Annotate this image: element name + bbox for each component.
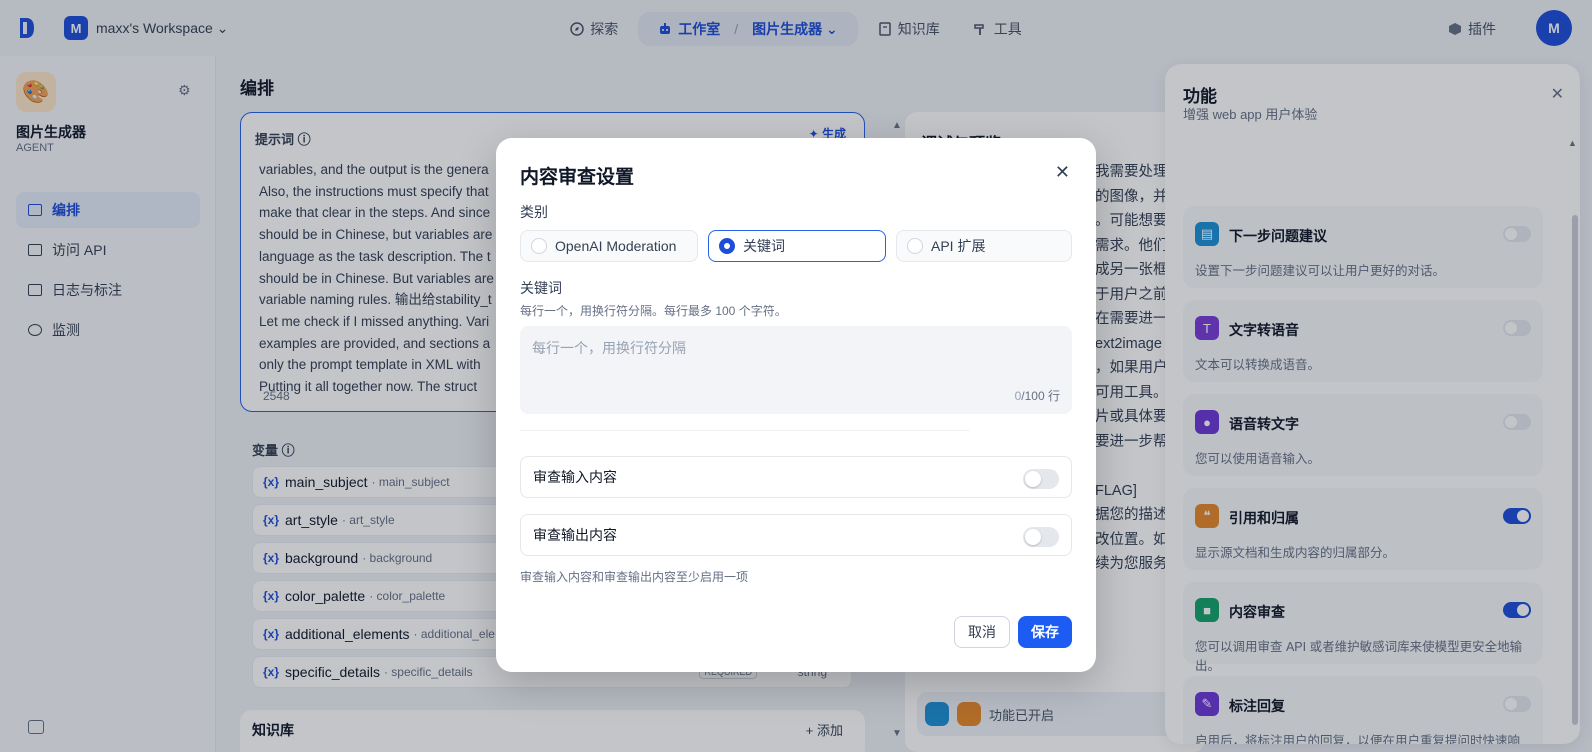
radio-keywords[interactable]: 关键词 [708, 230, 886, 262]
divider [520, 430, 970, 431]
keywords-placeholder: 每行一个，用换行符分隔 [532, 340, 686, 356]
moderation-note: 审查输入内容和审查输出内容至少启用一项 [520, 570, 749, 584]
radio-openai-moderation[interactable]: OpenAI Moderation [520, 230, 698, 262]
radio-circle-icon [531, 238, 547, 254]
moderate-output-switch[interactable] [1023, 527, 1059, 547]
category-label: 类别 [520, 204, 548, 220]
radio-label: API 扩展 [931, 238, 986, 254]
modal-title: 内容审查设置 [520, 167, 635, 188]
radio-label: 关键词 [743, 238, 785, 254]
keywords-line-count: 0/100 行 [1014, 389, 1060, 403]
radio-circle-icon [719, 238, 735, 254]
moderate-output-label: 审查输出内容 [533, 527, 617, 543]
cancel-button[interactable]: 取消 [954, 616, 1010, 648]
moderate-input-label: 审查输入内容 [533, 469, 617, 485]
keywords-textarea[interactable]: 每行一个，用换行符分隔 0/100 行 [520, 326, 1072, 414]
moderate-input-switch[interactable] [1023, 469, 1059, 489]
radio-circle-icon [907, 238, 923, 254]
moderate-output-row: 审查输出内容 [520, 514, 1072, 556]
save-button[interactable]: 保存 [1018, 616, 1072, 648]
radio-label: OpenAI Moderation [555, 238, 677, 254]
radio-api-extension[interactable]: API 扩展 [896, 230, 1072, 262]
moderation-settings-modal: 内容审查设置 ✕ 类别 OpenAI Moderation 关键词 API 扩展… [496, 138, 1096, 672]
keywords-label: 关键词 [520, 280, 562, 296]
moderate-input-row: 审查输入内容 [520, 456, 1072, 498]
close-icon[interactable]: ✕ [1055, 162, 1070, 183]
keywords-hint: 每行一个，用换行符分隔。每行最多 100 个字符。 [520, 304, 787, 318]
